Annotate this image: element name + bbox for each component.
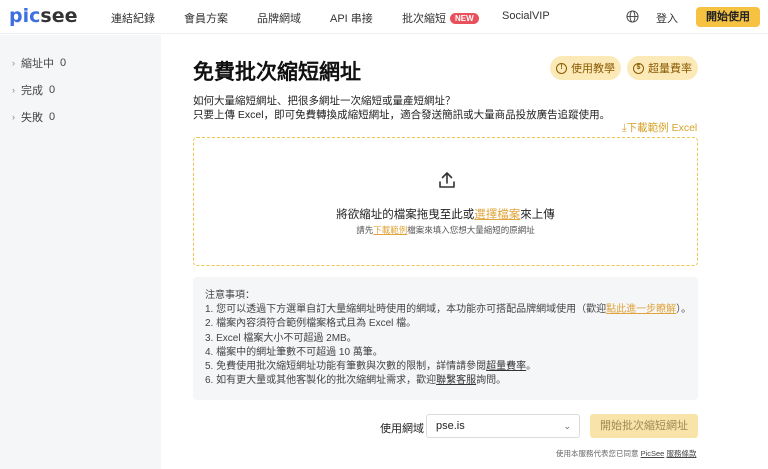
overage-fee-link[interactable]: 超量費率 <box>486 361 526 372</box>
nav-link-brand-domain[interactable]: 品牌網域 <box>257 10 301 26</box>
note-item: 5. 免費使用批次縮短網址功能有筆數與次數的限制，詳情請參閱超量費率。 <box>205 360 686 374</box>
dollar-icon: $ <box>633 62 644 74</box>
note-1-text: 1. 您可以透過下方選單自訂大量縮網址時使用的網域，本功能亦可搭配品牌網域使用（… <box>205 304 607 316</box>
sidebar-label: 完成 <box>21 85 43 97</box>
sidebar-item-done[interactable]: › 完成 0 <box>12 82 55 98</box>
chevron-down-icon: ⌄ <box>563 421 571 431</box>
picsee-link[interactable]: PicSee <box>641 449 665 458</box>
top-nav: pic see 連結紀錄 會員方案 品牌網域 API 串接 批次縮短 NEW Soc… <box>0 0 768 34</box>
fee-label: 超量費率 <box>648 63 692 75</box>
sidebar-count: 0 <box>49 84 56 96</box>
domain-label: 使用網域 <box>380 423 424 435</box>
nav-link-socialvip[interactable]: SocialVIP <box>502 10 550 22</box>
terms-footer: 使用本服務代表您已同意 PicSee 服務條款 <box>556 448 696 459</box>
note-5-text: 5. 免費使用批次縮短網址功能有筆數與次數的限制，詳情請參閱 <box>205 361 487 373</box>
learn-more-link[interactable]: 點此進一步瞭解 <box>606 304 676 315</box>
tutorial-button[interactable]: ! 使用教學 <box>550 56 621 80</box>
domain-select[interactable]: pse.is ⌄ <box>426 414 580 438</box>
login-link[interactable]: 登入 <box>656 10 678 26</box>
overage-fee-button[interactable]: $ 超量費率 <box>627 56 698 80</box>
dropzone-text-after: 來上傳 <box>520 209 555 221</box>
sidebar-item-failed[interactable]: › 失敗 0 <box>12 109 55 125</box>
chevron-right-icon: › <box>12 112 15 122</box>
status-sidebar: › 縮址中 0 › 完成 0 › 失敗 0 <box>0 35 161 469</box>
upload-icon <box>439 172 455 188</box>
sidebar-item-processing[interactable]: › 縮址中 0 <box>12 55 66 71</box>
start-using-button[interactable]: 開始使用 <box>696 7 760 27</box>
note-5-end: 。 <box>526 361 537 373</box>
dropzone-text-before: 將欲縮址的檔案拖曳至此或 <box>336 209 475 221</box>
logo-see: see <box>40 5 78 27</box>
globe-icon[interactable] <box>626 10 639 23</box>
choose-file-link[interactable]: 選擇檔案 <box>474 209 520 221</box>
contact-support-link[interactable]: 聯繫客服 <box>436 375 476 386</box>
page-title: 免費批次縮短網址 <box>193 61 361 84</box>
note-item: 4. 檔案中的網址筆數不可超過 10 萬筆。 <box>205 346 383 358</box>
note-6-end: 詢問。 <box>476 375 507 387</box>
info-icon: ! <box>556 62 567 74</box>
nav-batch-label: 批次縮短 <box>402 13 446 25</box>
domain-select-value: pse.is <box>436 420 465 432</box>
download-sample-link[interactable]: ⤓下載範例 Excel <box>622 120 697 135</box>
nav-link-batch[interactable]: 批次縮短 NEW <box>402 10 479 26</box>
sidebar-label: 失敗 <box>21 112 43 124</box>
sidebar-label: 縮址中 <box>21 58 54 70</box>
picsee-logo[interactable]: pic see <box>9 5 77 27</box>
start-batch-shorten-button[interactable]: 開始批次縮短網址 <box>590 414 698 438</box>
note-item: 6. 如有更大量或其他客製化的批次縮網址需求，歡迎聯繫客服詢問。 <box>205 374 686 388</box>
terms-link[interactable]: 服務條款 <box>666 449 696 458</box>
note-1-end: ）。 <box>676 304 692 316</box>
download-sample-inline-link[interactable]: 下載範例 <box>373 225 407 235</box>
logo-pic: pic <box>9 5 41 27</box>
hint-before: 請先 <box>356 225 374 235</box>
hint-after: 檔案來填入您想大量縮短的原網址 <box>407 225 535 235</box>
file-dropzone[interactable]: 將欲縮址的檔案拖曳至此或選擇檔案來上傳 請先下載範例檔案來填入您想大量縮短的原網… <box>193 137 698 266</box>
notes-panel: 注意事項： 1. 您可以透過下方選單自訂大量縮網址時使用的網域，本功能亦可搭配品… <box>193 277 698 400</box>
nav-link-plans[interactable]: 會員方案 <box>184 10 228 26</box>
dropzone-instruction: 將欲縮址的檔案拖曳至此或選擇檔案來上傳 <box>194 206 697 222</box>
chevron-right-icon: › <box>12 58 15 68</box>
note-item: 2. 檔案內容須符合範例檔案格式且為 Excel 檔。 <box>205 318 417 330</box>
tutorial-label: 使用教學 <box>571 63 615 75</box>
description-line-1: 如何大量縮短網址、把很多網址一次縮短或量產短網址？ <box>193 95 456 107</box>
footer-text: 使用本服務代表您已同意 <box>556 449 641 458</box>
description-line-2: 只要上傳 Excel，即可免費轉換成縮短網址，適合發送簡訊或大量商品投放廣告追蹤… <box>193 109 611 121</box>
notes-heading: 注意事項： <box>205 290 255 301</box>
sidebar-count: 0 <box>49 111 56 123</box>
new-badge: NEW <box>450 13 479 24</box>
note-6-text: 6. 如有更大量或其他客製化的批次縮網址需求，歡迎 <box>205 375 437 387</box>
note-item: 1. 您可以透過下方選單自訂大量縮網址時使用的網域，本功能亦可搭配品牌網域使用（… <box>205 303 691 317</box>
chevron-right-icon: › <box>12 85 15 95</box>
sidebar-count: 0 <box>60 57 67 69</box>
note-item: 3. Excel 檔案大小不可超過 2MB。 <box>205 332 357 344</box>
nav-link-api[interactable]: API 串接 <box>330 10 373 26</box>
download-sample-label: 下載範例 Excel <box>626 122 698 134</box>
dropzone-hint: 請先下載範例檔案來填入您想大量縮短的原網址 <box>194 224 697 236</box>
nav-link-records[interactable]: 連結紀錄 <box>111 10 155 26</box>
